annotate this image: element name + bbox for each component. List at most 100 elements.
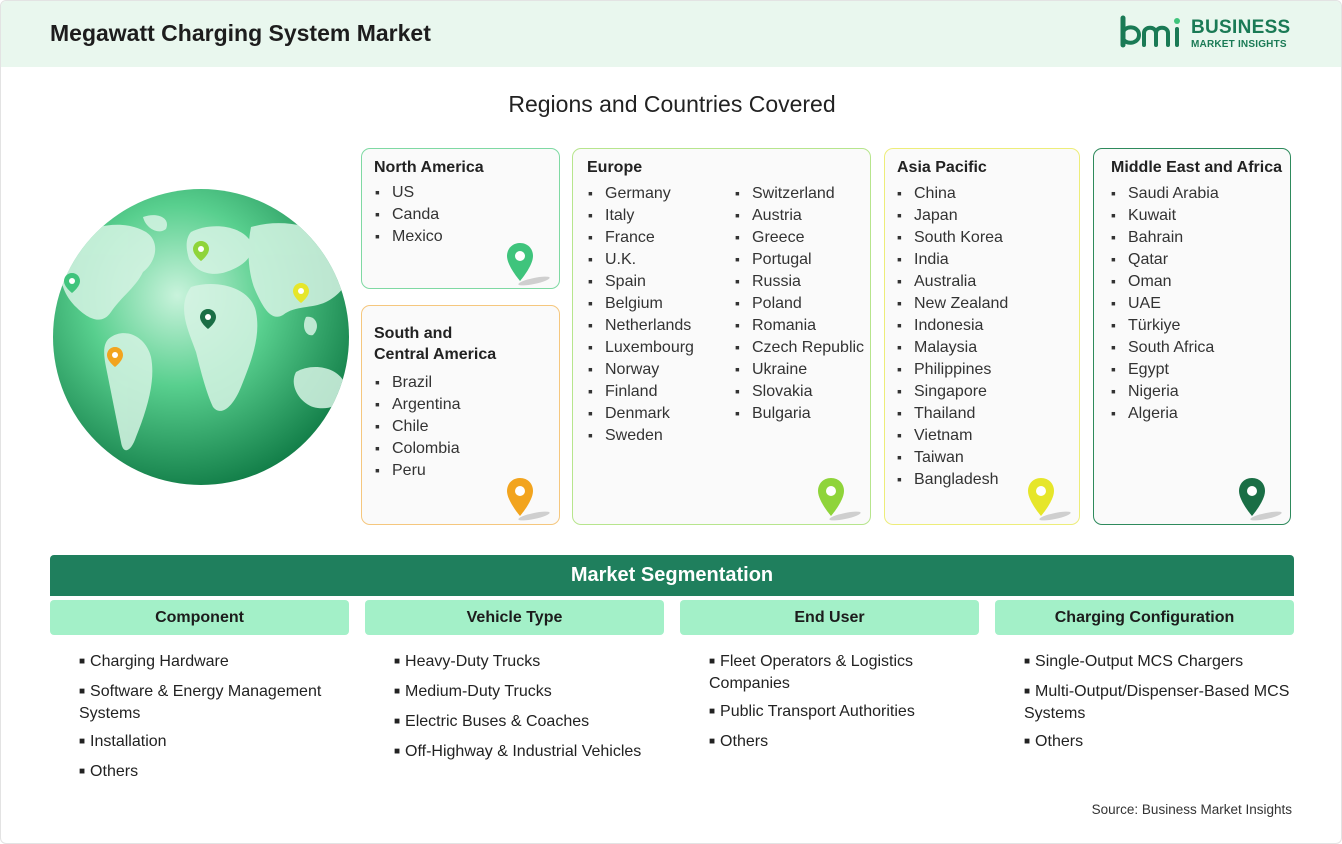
segment-header-vehicle-type: Vehicle Type (365, 600, 664, 635)
segment-item: Software & Energy Management Systems (79, 682, 364, 724)
map-pin-icon (818, 478, 861, 521)
country-list: China Japan South Korea India Australia … (897, 182, 1008, 490)
segment-item: Fleet Operators & Logistics Companies (709, 652, 994, 694)
segment-item: Off-Highway & Industrial Vehicles (394, 742, 679, 764)
country-item: India (897, 248, 1008, 270)
country-item: Kuwait (1111, 204, 1219, 226)
country-list: Brazil Argentina Chile Colombia Peru (375, 371, 461, 481)
country-item: US (375, 181, 443, 203)
country-item: China (897, 182, 1008, 204)
segment-header-component: Component (50, 600, 349, 635)
country-item: Chile (375, 415, 461, 437)
segment-header-end-user: End User (680, 600, 979, 635)
segment-item: Installation (79, 732, 364, 754)
country-item: Portugal (735, 248, 864, 270)
country-item: Luxembourg (588, 336, 694, 358)
map-pin-icon (507, 243, 550, 286)
region-card-middle-east-africa: Middle East and Africa Saudi Arabia Kuwa… (1093, 148, 1291, 525)
country-list: Switzerland Austria Greece Portugal Russ… (735, 182, 864, 424)
country-list: Germany Italy France U.K. Spain Belgium … (588, 182, 694, 446)
country-item: Taiwan (897, 446, 1008, 468)
country-item: Indonesia (897, 314, 1008, 336)
country-item: Denmark (588, 402, 694, 424)
country-item: Türkiye (1111, 314, 1219, 336)
country-item: Ukraine (735, 358, 864, 380)
country-item: Bahrain (1111, 226, 1219, 248)
country-item: Slovakia (735, 380, 864, 402)
segment-item: Medium-Duty Trucks (394, 682, 679, 704)
country-item: Canda (375, 203, 443, 225)
region-card-north-america: North America US Canda Mexico (361, 148, 560, 289)
segment-item: Single-Output MCS Chargers (1024, 652, 1309, 674)
country-item: Finland (588, 380, 694, 402)
country-item: Algeria (1111, 402, 1219, 424)
header: Megawatt Charging System Market BUSINESS… (1, 1, 1341, 67)
country-item: South Africa (1111, 336, 1219, 358)
segment-item: Electric Buses & Coaches (394, 712, 679, 734)
country-item: Austria (735, 204, 864, 226)
country-item: Switzerland (735, 182, 864, 204)
map-pin-icon (1239, 478, 1282, 521)
map-pin-icon (1028, 478, 1071, 521)
segment-list-vehicle-type: Heavy-Duty Trucks Medium-Duty Trucks Ele… (394, 652, 679, 772)
region-name: South and Central America (374, 323, 496, 365)
bmi-logo-icon (1120, 15, 1180, 48)
country-item: Italy (588, 204, 694, 226)
company-logo: BUSINESS MARKET INSIGHTS (1119, 15, 1299, 55)
country-item: Australia (897, 270, 1008, 292)
country-item: Belgium (588, 292, 694, 314)
country-item: Nigeria (1111, 380, 1219, 402)
country-item: Mexico (375, 225, 443, 247)
region-name: North America (374, 159, 484, 176)
country-item: UAE (1111, 292, 1219, 314)
country-item: Bulgaria (735, 402, 864, 424)
country-item: Greece (735, 226, 864, 248)
country-item: Malaysia (897, 336, 1008, 358)
country-list: US Canda Mexico (375, 181, 443, 247)
logo-text-business: BUSINESS (1191, 17, 1291, 38)
segment-item: Others (79, 762, 364, 784)
country-item: Poland (735, 292, 864, 314)
segmentation-banner: Market Segmentation (50, 555, 1294, 596)
segment-item: Others (709, 732, 994, 754)
segment-item: Public Transport Authorities (709, 702, 994, 724)
globe-illustration (53, 189, 349, 485)
country-item: Czech Republic (735, 336, 864, 358)
segment-item: Multi-Output/Dispenser-Based MCS Systems (1024, 682, 1309, 724)
segment-header-charging-configuration: Charging Configuration (995, 600, 1294, 635)
region-name-line1: South and (374, 325, 453, 342)
country-item: Qatar (1111, 248, 1219, 270)
country-item: Thailand (897, 402, 1008, 424)
region-name: Asia Pacific (897, 159, 987, 176)
infographic: Megawatt Charging System Market BUSINESS… (0, 0, 1342, 844)
map-pin-icon (507, 478, 550, 521)
country-item: Argentina (375, 393, 461, 415)
page-title: Megawatt Charging System Market (50, 20, 431, 46)
country-item: Colombia (375, 437, 461, 459)
country-item: Romania (735, 314, 864, 336)
country-item: Russia (735, 270, 864, 292)
region-name: Europe (587, 159, 643, 176)
country-list: Saudi Arabia Kuwait Bahrain Qatar Oman U… (1111, 182, 1219, 424)
country-item: Brazil (375, 371, 461, 393)
regions-title: Regions and Countries Covered (508, 91, 836, 117)
segment-list-component: Charging Hardware Software & Energy Mana… (79, 652, 364, 792)
country-item: Egypt (1111, 358, 1219, 380)
country-item: Spain (588, 270, 694, 292)
segment-item: Heavy-Duty Trucks (394, 652, 679, 674)
logo-text-market-insights: MARKET INSIGHTS (1191, 39, 1287, 50)
country-item: Netherlands (588, 314, 694, 336)
country-item: Peru (375, 459, 461, 481)
country-item: Singapore (897, 380, 1008, 402)
country-item: France (588, 226, 694, 248)
source-note: Source: Business Market Insights (1091, 802, 1292, 817)
country-item: South Korea (897, 226, 1008, 248)
segment-list-end-user: Fleet Operators & Logistics Companies Pu… (709, 652, 994, 762)
segment-item: Charging Hardware (79, 652, 364, 674)
country-item: Germany (588, 182, 694, 204)
region-card-asia-pacific: Asia Pacific China Japan South Korea Ind… (884, 148, 1080, 525)
country-item: Bangladesh (897, 468, 1008, 490)
country-item: U.K. (588, 248, 694, 270)
region-name-line2: Central America (374, 346, 497, 363)
segment-list-charging-configuration: Single-Output MCS Chargers Multi-Output/… (1024, 652, 1309, 762)
